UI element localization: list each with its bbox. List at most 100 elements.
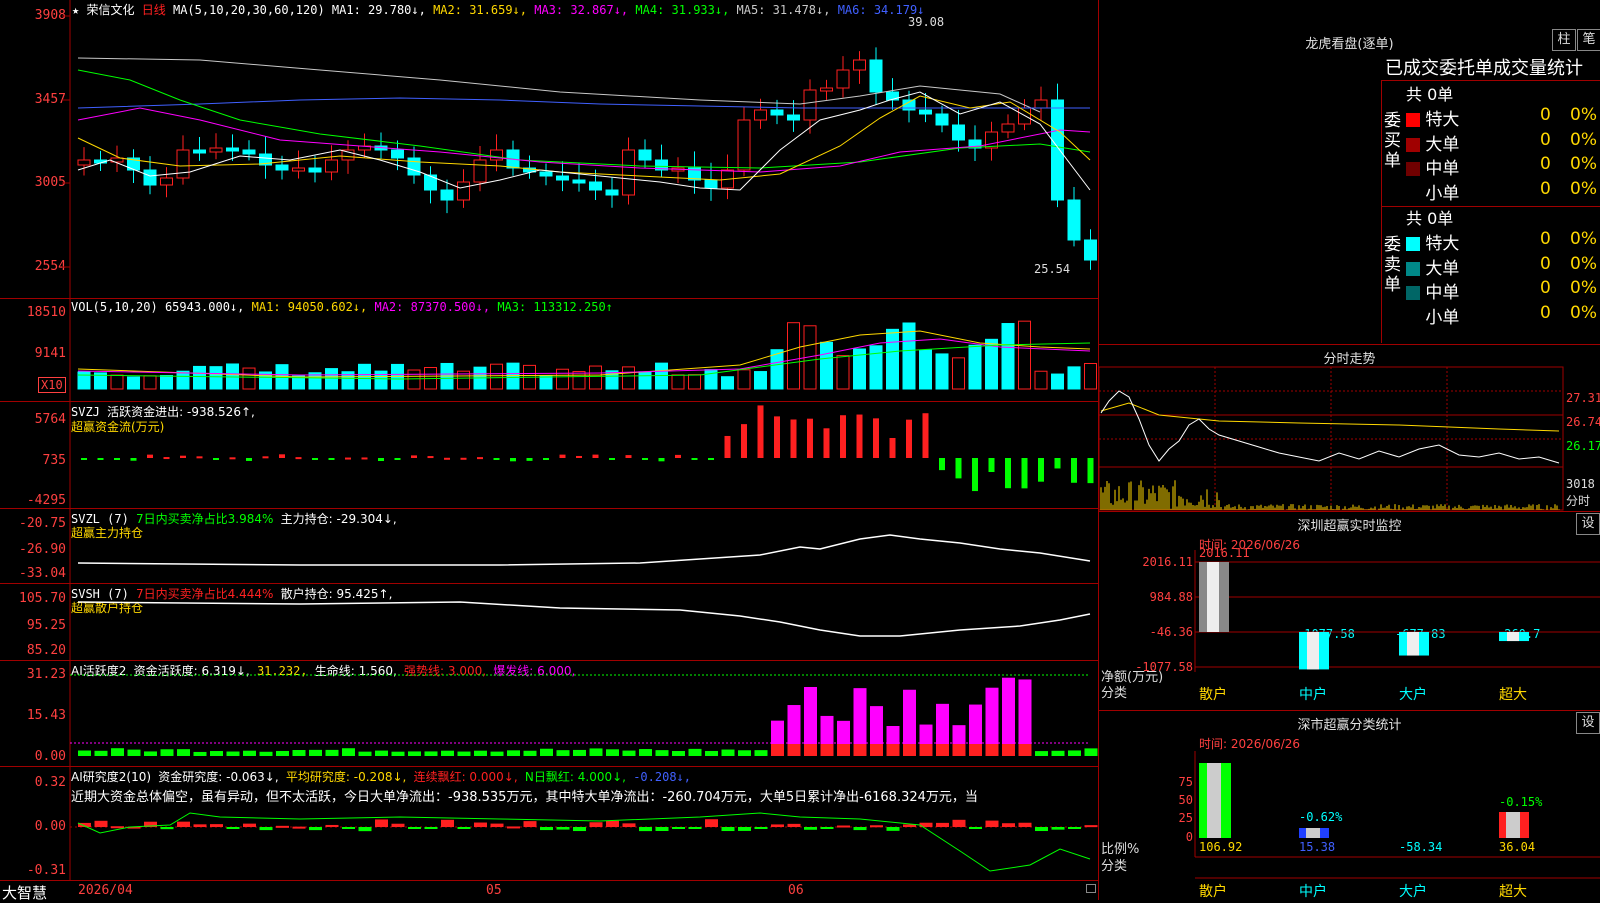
row-pct: 0% xyxy=(1570,302,1597,323)
research-bar xyxy=(375,819,388,827)
candle-body xyxy=(226,147,239,152)
volume-bar xyxy=(1018,320,1031,390)
volume-bar xyxy=(160,374,173,390)
sell-row: 中单 0 0% xyxy=(1406,278,1600,303)
flow-bar xyxy=(708,458,714,461)
buy-row: 特大 0 0% xyxy=(1406,105,1600,130)
research-bar xyxy=(1002,823,1015,827)
flow-bar xyxy=(939,458,945,471)
volume-bar xyxy=(407,369,421,390)
candle-body xyxy=(572,179,586,184)
activity-base-bar xyxy=(952,744,966,756)
volume-bar xyxy=(886,328,899,390)
legend-swatch xyxy=(1406,261,1420,276)
ai1-chart xyxy=(69,661,1098,766)
monitor-panel[interactable]: 深圳超赢实时监控 设 时间: 2026/06/26 2016.11 984.88… xyxy=(1099,512,1600,711)
stroke-view-button[interactable]: 笔 xyxy=(1577,29,1600,51)
activity-bar xyxy=(705,750,718,756)
ai-research-panel[interactable]: AI研究度2(10) 资金研究度: -0.063↓, 平均研究度: -0.208… xyxy=(0,767,1098,880)
research-bar xyxy=(243,823,256,827)
sell-row: 特大 0 0% xyxy=(1406,229,1600,254)
activity-bar xyxy=(507,750,520,756)
flow-bar xyxy=(889,437,896,458)
activity-bar xyxy=(573,749,586,756)
ai-activity-panel[interactable]: AI活跃度2 资金活跃度: 6.319↓, 31.232, 生命线: 1.560… xyxy=(0,661,1098,767)
legend-swatch xyxy=(1406,237,1420,251)
row-name: 小单 xyxy=(1425,183,1460,204)
activity-bar xyxy=(391,751,405,756)
flow-bar xyxy=(807,418,813,458)
activity-bar xyxy=(309,749,322,756)
row-value: 0 xyxy=(1540,105,1551,125)
volume-bar xyxy=(374,370,388,390)
flow-bar xyxy=(658,458,665,462)
candle-body xyxy=(1067,199,1081,241)
svzl-panel[interactable]: SVZL (7) 7日内买卖净占比3.984% 主力持仓: -29.304↓, … xyxy=(0,509,1098,584)
date-axis: 大智慧 2026/04 05 06 xyxy=(0,880,1098,902)
flow-bar xyxy=(724,435,731,458)
activity-base-bar xyxy=(985,744,999,756)
research-bar xyxy=(1084,825,1098,828)
research-bar xyxy=(639,827,652,832)
candle-body xyxy=(143,169,157,186)
research-bar xyxy=(820,827,834,829)
volume-bar xyxy=(1067,366,1081,390)
research-bar xyxy=(1018,822,1032,827)
flow-bar xyxy=(345,457,351,460)
lhb-box: 委买单 委卖单 共 0单 共 0单 特大 0 0% 大单 0 0% 中单 0 0% 小单 0 0… xyxy=(1381,80,1600,343)
volume-bar xyxy=(919,349,932,390)
volume-bar xyxy=(193,365,206,390)
research-bar xyxy=(1051,827,1065,830)
kline-panel[interactable]: ★ 荣信文化 日线 MA(5,10,20,30,60,120) MA1: 29.… xyxy=(0,0,1098,299)
lock-icon[interactable] xyxy=(1086,884,1096,893)
research-bar xyxy=(754,827,768,829)
volume-bar xyxy=(589,365,602,390)
activity-base-bar xyxy=(936,744,949,756)
candle-body xyxy=(869,59,883,93)
monitor-chart xyxy=(1194,550,1600,672)
volume-bar xyxy=(968,344,982,390)
volume-bar xyxy=(1034,370,1048,390)
vol-panel[interactable]: VOL(5,10,20) 65943.000↓, MA1: 94050.602↓… xyxy=(0,299,1098,402)
lhb-subtitle: 已成交委托单成交量统计 xyxy=(1385,58,1583,79)
research-bar xyxy=(853,827,867,831)
classify-panel[interactable]: 深市超赢分类统计 设 时间: 2026/06/26 75 50 25 0 比例%… xyxy=(1099,711,1600,900)
activity-bar xyxy=(342,748,355,756)
svzj-panel[interactable]: SVZJ 活跃资金进出: -938.526↑, 超赢资金流(万元) 5764 7… xyxy=(0,402,1098,509)
fenshi-panel[interactable]: 分时走势 27.31 26.74 26.17 3018 分时 xyxy=(1099,345,1600,512)
candle-body xyxy=(275,164,289,171)
flow-bar xyxy=(988,458,995,473)
column-view-button[interactable]: 柱 xyxy=(1552,29,1576,51)
flow-bar xyxy=(196,456,203,459)
activity-bar xyxy=(474,750,487,756)
candle-body xyxy=(605,189,619,196)
row-pct: 0% xyxy=(1570,129,1597,150)
flow-bar xyxy=(840,415,846,458)
candle-body xyxy=(193,149,206,154)
activity-bar xyxy=(589,748,603,756)
flow-bar xyxy=(279,454,285,458)
volume-bar xyxy=(836,355,850,390)
flow-bar xyxy=(1071,458,1077,483)
research-bar xyxy=(457,827,471,829)
flow-bar xyxy=(1005,458,1011,489)
activity-bar xyxy=(556,750,570,756)
flow-bar xyxy=(262,456,269,459)
activity-base-bar xyxy=(804,744,817,756)
activity-bar xyxy=(78,750,91,756)
activity-bar xyxy=(243,750,256,756)
volume-bar xyxy=(539,375,553,390)
candle-body xyxy=(242,149,256,155)
flow-bar xyxy=(774,416,780,458)
svsh-panel[interactable]: SVSH (7) 7日内买卖净占比4.444% 散户持仓: 95.425↑, 超… xyxy=(0,584,1098,661)
flow-bar xyxy=(81,458,87,460)
activity-bar xyxy=(160,749,174,756)
volume-bar xyxy=(209,366,223,390)
flow-bar xyxy=(361,457,368,460)
activity-base-bar xyxy=(919,744,933,756)
research-bar xyxy=(705,819,718,827)
flow-bar xyxy=(1021,458,1028,489)
flow-bar xyxy=(427,456,434,459)
volume-bar xyxy=(1001,323,1015,390)
candle-body xyxy=(770,109,784,116)
